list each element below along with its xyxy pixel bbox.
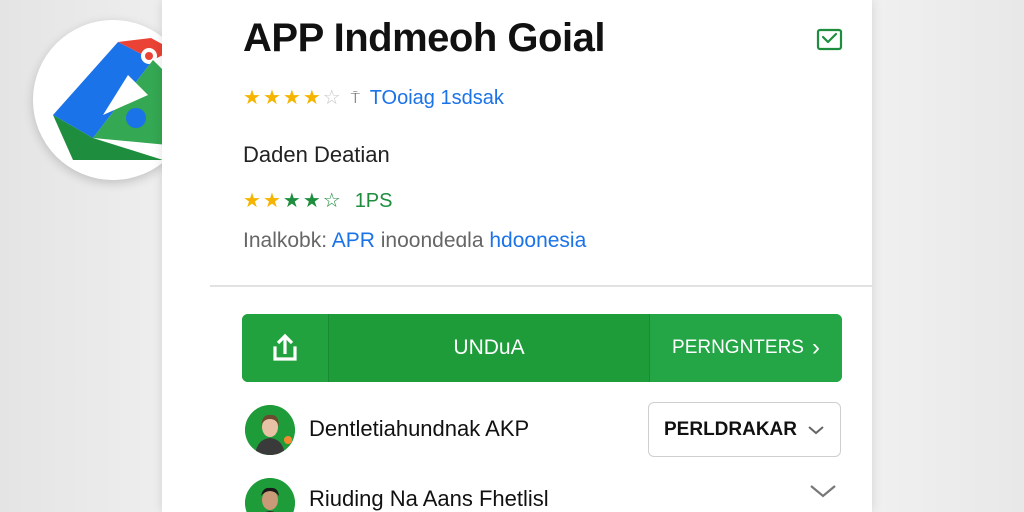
star-icon: ★: [262, 87, 281, 109]
star-icon: ★: [243, 190, 261, 212]
more-button-label: PERNGNTERS: [672, 337, 804, 358]
star-half-icon: ☆: [322, 190, 341, 212]
rating-row-secondary: ★ ★ ★ ★ ☆ 1PS: [243, 189, 393, 213]
share-upload-icon: [273, 333, 297, 361]
info-link-country[interactable]: hdoonesia: [489, 229, 586, 252]
sort-dropdown[interactable]: PERLDRAKAR: [648, 402, 841, 457]
star-icon: ★: [282, 190, 301, 212]
star-icon: ★: [302, 87, 321, 109]
avatar[interactable]: [245, 405, 295, 455]
star-empty-icon: ☆: [322, 87, 341, 109]
chevron-right-icon: ›: [811, 334, 820, 361]
info-prefix: Inalkobk:: [243, 229, 332, 252]
action-button-bar: UNDuA PERNGNTERS ›: [242, 314, 842, 382]
chevron-down-icon[interactable]: [808, 481, 838, 501]
review-text: Riuding Na Aans Fhetlisl: [309, 486, 549, 511]
info-line: Inalkobk: APR inoondeɑla hdoonesia: [243, 229, 586, 253]
more-button[interactable]: PERNGNTERS ›: [649, 314, 842, 382]
star-icon: ★: [282, 87, 301, 109]
app-category: Daden Deatian: [243, 142, 390, 167]
info-mid: inoondeɑla: [374, 229, 490, 252]
rating-badge: 1PS: [354, 189, 393, 212]
info-link[interactable]: APR: [332, 229, 375, 252]
star-rating: ★ ★ ★ ★ ☆: [243, 88, 341, 108]
rating-developer-row: ★ ★ ★ ★ ☆ ⍑ TOoiag 1sdsak: [243, 86, 504, 110]
person-icon: ⍑: [350, 89, 360, 107]
background-right: [872, 0, 1024, 512]
dropdown-label: PERLDRAKAR: [664, 418, 797, 440]
developer-link[interactable]: TOoiag 1sdsak: [370, 87, 504, 110]
install-button[interactable]: UNDuA: [329, 314, 649, 382]
app-title: APP Indmeoh Goial: [243, 16, 605, 60]
chevron-down-icon: [808, 425, 824, 434]
mail-check-icon[interactable]: [816, 27, 843, 52]
star-rating-secondary: ★ ★ ★ ★ ☆: [243, 191, 341, 211]
star-icon: ★: [243, 87, 261, 109]
star-icon: ★: [262, 190, 281, 212]
share-button[interactable]: [242, 314, 329, 382]
star-icon: ★: [302, 190, 321, 212]
review-text: Dentletiahundnak AKP: [309, 416, 530, 441]
divider: [210, 285, 872, 287]
